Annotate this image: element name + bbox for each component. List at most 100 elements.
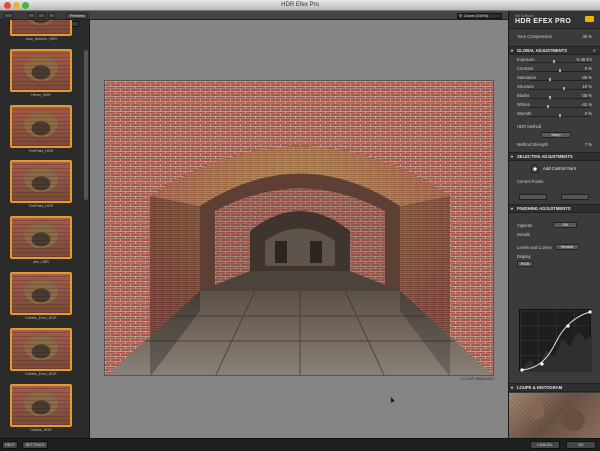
- section-title: SELECTIVE ADJUSTMENTS: [517, 154, 573, 159]
- structure-slider[interactable]: Structure 18 %: [509, 82, 600, 91]
- help-button[interactable]: HELP: [2, 441, 18, 449]
- control-point-delete-button[interactable]: [561, 194, 589, 200]
- preset-label: Heros_HDR: [31, 93, 51, 97]
- exposure-slider[interactable]: Exposure -0.46 EV: [509, 55, 600, 64]
- adjustments-panel: Nik Software HDR EFEX PRO Tone Compressi…: [508, 11, 600, 438]
- channel-row: RGB: [509, 261, 600, 269]
- loupe-preview[interactable]: [509, 393, 600, 438]
- brick-vault-photo: [105, 81, 493, 375]
- window-title: HDR Efex Pro: [281, 2, 319, 8]
- preset-thumbnail: [10, 20, 72, 36]
- saturation-slider[interactable]: Saturation -35 %: [509, 73, 600, 82]
- slider-knob[interactable]: [549, 96, 551, 99]
- hdr-method-dropdown[interactable]: Deep: [541, 132, 571, 138]
- left-toolbar: Preview: [0, 11, 90, 20]
- preset-item[interactable]: Dribble_Exex_HDR: [10, 328, 72, 378]
- preview-button[interactable]: Preview: [66, 13, 88, 19]
- control-points-label: Control Points: [517, 179, 544, 184]
- preset-item[interactable]: Heros_HDR: [10, 49, 72, 99]
- cancel-button[interactable]: CANCEL: [530, 441, 560, 449]
- blacks-slider[interactable]: Blacks -35 %: [509, 91, 600, 100]
- slider-track[interactable]: [529, 69, 590, 72]
- slider-knob[interactable]: [563, 87, 565, 90]
- details-label: Details: [517, 232, 530, 237]
- preset-item[interactable]: Juan_Antonio_HDR: [10, 20, 72, 43]
- preset-item[interactable]: dhe_HDR: [10, 216, 72, 266]
- whites-slider[interactable]: Whites -41 %: [509, 100, 600, 109]
- slider-label: Tone Compression: [517, 34, 552, 39]
- ok-button[interactable]: OK: [566, 441, 596, 449]
- preset-item[interactable]: Dribble_HDR: [10, 384, 72, 434]
- preset-item[interactable]: FortPoint_HDR: [10, 105, 72, 155]
- warmth-slider[interactable]: Warmth 0 %: [509, 109, 600, 118]
- selective-adjustments-header[interactable]: ▾ SELECTIVE ADJUSTMENTS: [509, 152, 600, 161]
- folder-icon[interactable]: [585, 16, 594, 22]
- preset-label: FortPoint_HDR: [28, 204, 54, 208]
- slider-track[interactable]: [529, 96, 590, 99]
- levels-curves-label: Levels and Curves: [517, 245, 552, 250]
- control-point-icon: [531, 165, 539, 173]
- brand-header: Nik Software HDR EFEX PRO: [509, 11, 600, 29]
- reset-icon[interactable]: ✕: [593, 47, 596, 55]
- loupe-histogram-header[interactable]: ▾ LOUPE & HISTOGRAM: [509, 383, 600, 392]
- single-view-button[interactable]: [4, 13, 13, 18]
- presets-panel: Presets Custom Juan_Antonio_HDR Heros_HD…: [0, 20, 90, 438]
- hdr-method-label: HDR Method: [517, 124, 542, 129]
- slider-knob[interactable]: [547, 105, 549, 108]
- vignette-row: Vignette Off: [509, 221, 600, 230]
- section-title: GLOBAL ADJUSTMENTS: [517, 48, 568, 53]
- preset-item[interactable]: FortPoint_HDR: [10, 160, 72, 210]
- finishing-adjustments-header[interactable]: ▾ FINISHING ADJUSTMENTS: [509, 204, 600, 213]
- contrast-slider[interactable]: Contrast 0 %: [509, 64, 600, 73]
- section-title: FINISHING ADJUSTMENTS: [517, 206, 571, 211]
- slider-track[interactable]: [529, 105, 590, 108]
- slider-knob[interactable]: [559, 114, 561, 117]
- photo-info: 17.6 MP 3888x2592: [460, 377, 494, 381]
- photo-preview[interactable]: [104, 80, 494, 376]
- preset-thumbnail: [10, 384, 72, 427]
- preset-label: Juan_Antonio_HDR: [25, 37, 57, 41]
- levels-curves-dropdown[interactable]: Neutral: [555, 244, 579, 250]
- slider-label: Method Strength: [517, 142, 548, 147]
- split-view-button[interactable]: [28, 13, 35, 18]
- settings-button[interactable]: SETTINGS: [22, 441, 48, 449]
- slider-track[interactable]: [529, 60, 590, 63]
- control-point-duplicate-button[interactable]: [519, 194, 547, 200]
- magnifier-icon: ⚲: [459, 13, 462, 18]
- slider-knob[interactable]: [549, 78, 551, 81]
- slider-value: 45 %: [582, 34, 592, 39]
- display-label: Display: [517, 254, 531, 259]
- zoom-control[interactable]: ⚲ Zoom (100%): [457, 13, 502, 19]
- slider-knob[interactable]: [559, 69, 561, 72]
- global-adjustments-header[interactable]: ▾ GLOBAL ADJUSTMENTS ✕: [509, 46, 600, 55]
- vignette-dropdown[interactable]: Off: [553, 222, 577, 228]
- title-bar: HDR Efex Pro: [0, 0, 600, 11]
- side-by-side-view-button[interactable]: [38, 13, 45, 18]
- preset-thumbnail: [10, 49, 72, 92]
- presets-scrollbar[interactable]: [84, 50, 88, 200]
- preset-thumbnail: [10, 160, 72, 203]
- expand-arrow-icon: ▾: [511, 206, 514, 211]
- tone-curve: [520, 310, 592, 372]
- slider-label: Whites: [517, 102, 530, 107]
- section-title: LOUPE & HISTOGRAM: [517, 385, 563, 390]
- method-strength-slider[interactable]: Method Strength 7 %: [509, 140, 600, 149]
- expand-arrow-icon: ▾: [511, 48, 514, 53]
- preset-thumbnail: [10, 272, 72, 315]
- expand-arrow-icon: ▾: [511, 154, 514, 159]
- control-points-buttons: [509, 186, 600, 204]
- channel-dropdown[interactable]: RGB: [517, 261, 533, 267]
- compare-view-button[interactable]: [48, 13, 55, 18]
- hdr-method-row: Deep: [509, 131, 600, 140]
- tone-compression-slider[interactable]: Tone Compression 45 %: [509, 32, 600, 41]
- preset-item[interactable]: Dribble_Exex_HDR: [10, 272, 72, 322]
- slider-knob[interactable]: [553, 60, 555, 63]
- curves-editor[interactable]: [519, 309, 592, 372]
- preset-label: Dribble_Exex_HDR: [25, 372, 57, 376]
- image-canvas[interactable]: ⚲ Zoom (100%) 17.6 MP 3888x2592: [90, 11, 508, 438]
- add-control-point-label: Add Control Point: [543, 166, 576, 171]
- slider-track[interactable]: [529, 87, 590, 90]
- slider-track[interactable]: [529, 114, 590, 117]
- add-control-point-button[interactable]: Add Control Point: [509, 161, 600, 177]
- slider-track[interactable]: [529, 78, 590, 81]
